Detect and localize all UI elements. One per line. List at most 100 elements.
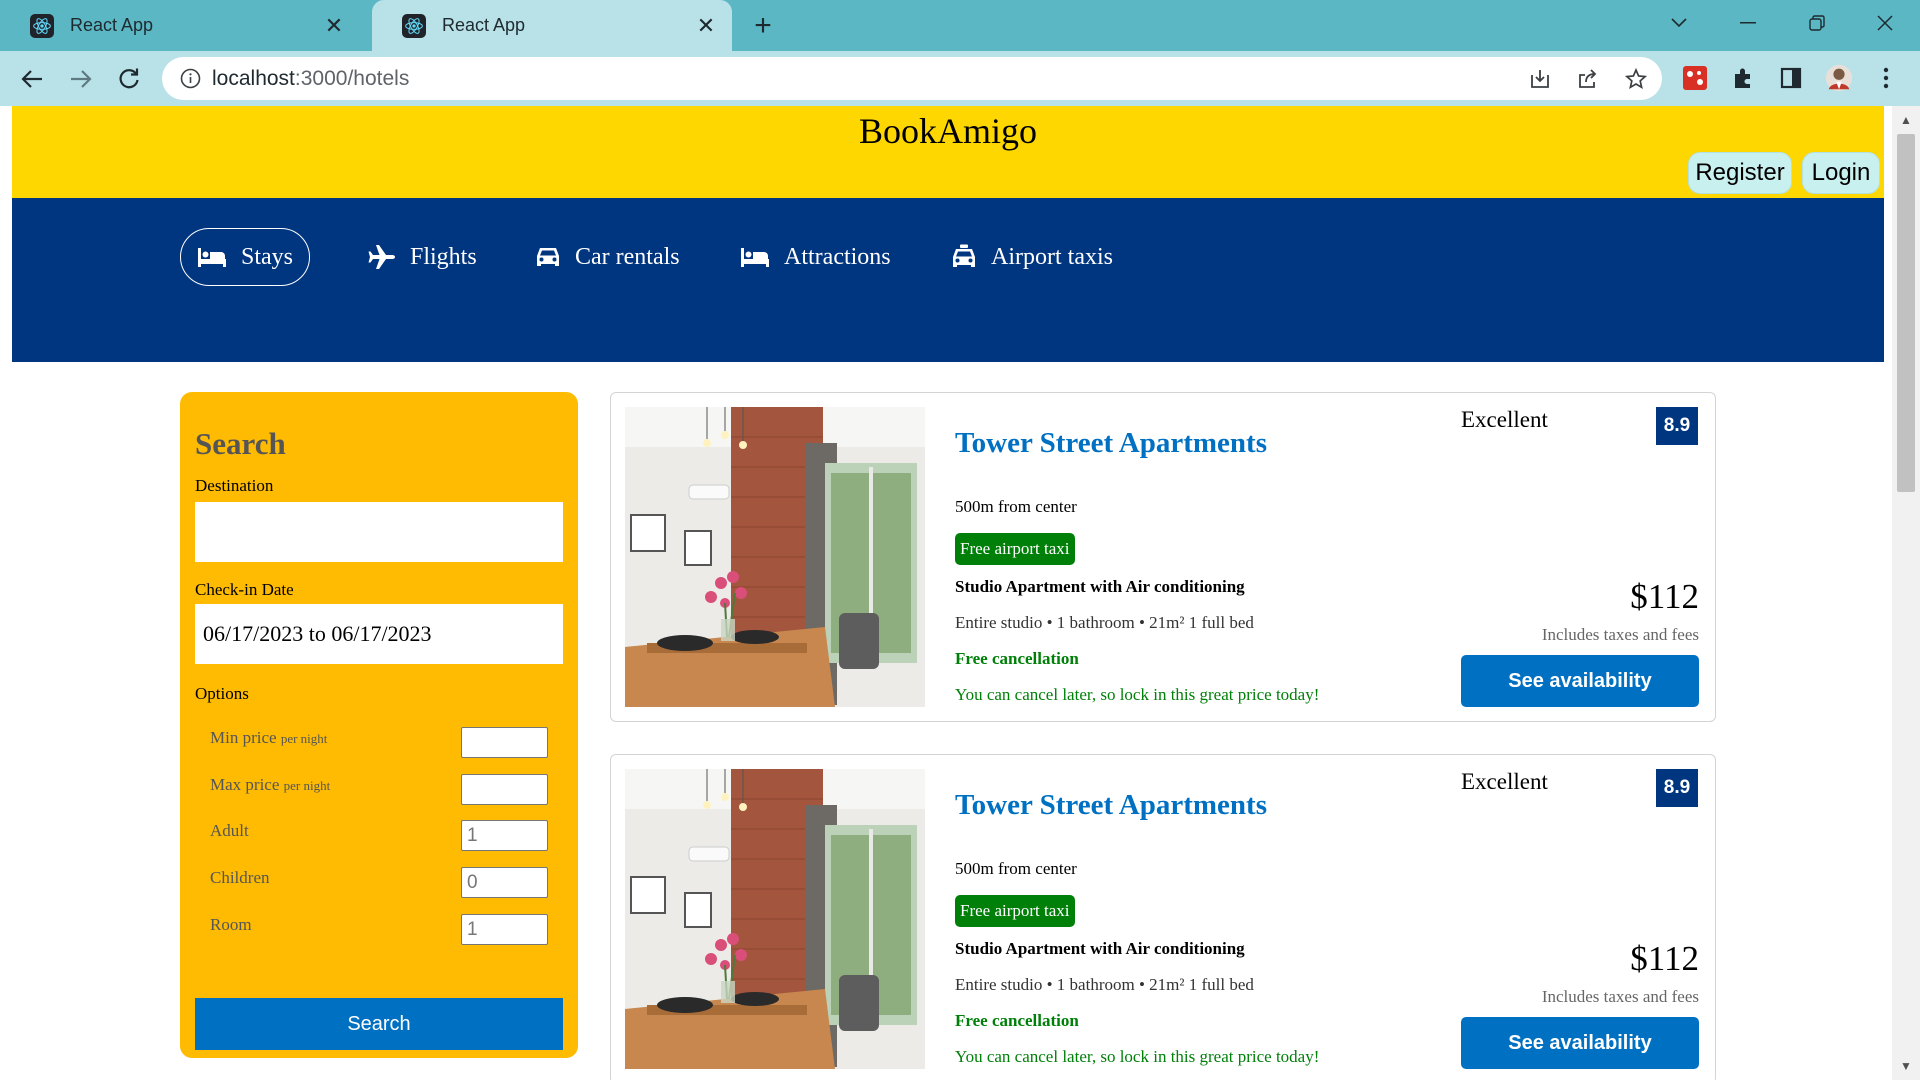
checkin-date-field[interactable]: 06/17/2023 to 06/17/2023 xyxy=(195,604,563,664)
login-button[interactable]: Login xyxy=(1802,152,1880,194)
nav-item-car-rentals[interactable]: Car rentals xyxy=(535,228,680,286)
option-min-price-label: Min price per night xyxy=(210,728,327,748)
hotel-features: Entire studio • 1 bathroom • 21m² 1 full… xyxy=(955,613,1254,632)
main-nav: Stays Flights Car rentals Attractions Ai… xyxy=(12,198,1884,362)
close-icon[interactable]: ✕ xyxy=(322,13,346,38)
tax-note: Includes taxes and fees xyxy=(1541,625,1699,644)
bookmark-star-icon[interactable] xyxy=(1624,67,1648,91)
close-icon[interactable]: ✕ xyxy=(694,13,718,38)
brand-logo[interactable]: BookAmigo xyxy=(12,110,1884,152)
react-icon xyxy=(402,13,426,38)
page-scrollbar[interactable]: ▲ ▼ xyxy=(1892,106,1920,1080)
scrollbar-thumb[interactable] xyxy=(1897,134,1915,492)
browser-tabstrip: React App ✕ React App ✕ + xyxy=(0,0,1920,51)
install-app-icon[interactable] xyxy=(1528,67,1552,91)
window-close-icon[interactable] xyxy=(1860,6,1910,40)
nav-item-label: Stays xyxy=(241,243,294,270)
tax-note: Includes taxes and fees xyxy=(1541,987,1699,1006)
hotel-name-link[interactable]: Tower Street Apartments xyxy=(955,427,1267,460)
option-children-label: Children xyxy=(210,868,270,887)
adult-input[interactable]: 1 xyxy=(461,820,548,851)
cancel-op-subtitle: You can cancel later, so lock in this gr… xyxy=(955,1047,1320,1066)
option-max-price-label: Max price per night xyxy=(210,775,330,795)
children-input[interactable]: 0 xyxy=(461,867,548,898)
see-availability-button[interactable]: See availability xyxy=(1461,655,1699,707)
nav-item-label: Flights xyxy=(410,243,477,270)
taxi-icon xyxy=(951,244,977,270)
bed-icon xyxy=(740,246,770,268)
tab-title: React App xyxy=(70,15,154,35)
destination-label: Destination xyxy=(195,476,274,495)
option-label: Min price xyxy=(210,728,277,747)
nav-item-flights[interactable]: Flights xyxy=(368,228,477,286)
scroll-down-arrow-icon[interactable]: ▼ xyxy=(1892,1056,1920,1076)
extensions-puzzle-icon[interactable] xyxy=(1729,64,1757,92)
profile-avatar[interactable] xyxy=(1825,64,1853,92)
nav-item-label: Car rentals xyxy=(575,243,680,270)
option-adult-label: Adult xyxy=(210,821,249,840)
menu-kebab-icon[interactable] xyxy=(1872,64,1900,92)
side-panel-icon[interactable] xyxy=(1777,64,1805,92)
new-tab-plus-icon[interactable]: + xyxy=(745,8,781,44)
nav-item-label: Airport taxis xyxy=(991,243,1113,270)
hotel-price: $112 xyxy=(1630,939,1699,978)
back-arrow-icon[interactable] xyxy=(12,59,52,99)
destination-input[interactable] xyxy=(195,502,563,562)
tab-search-chevron-icon[interactable] xyxy=(1654,6,1704,40)
rating-badge: 8.9 xyxy=(1656,407,1698,445)
register-button[interactable]: Register xyxy=(1688,152,1792,194)
bed-icon xyxy=(197,246,227,268)
min-price-input[interactable] xyxy=(461,727,548,758)
nav-item-attractions[interactable]: Attractions xyxy=(740,228,891,286)
share-icon[interactable] xyxy=(1576,67,1600,91)
option-room-label: Room xyxy=(210,915,252,934)
extension-red-icon[interactable] xyxy=(1681,64,1709,92)
site-header: BookAmigo Register Login xyxy=(12,106,1884,198)
see-availability-button[interactable]: See availability xyxy=(1461,1017,1699,1069)
taxi-badge: Free airport taxi xyxy=(955,895,1075,927)
hotel-distance: 500m from center xyxy=(955,497,1077,516)
browser-tab-1[interactable]: React App ✕ xyxy=(0,0,360,51)
scroll-up-arrow-icon[interactable]: ▲ xyxy=(1892,110,1920,130)
hotel-price: $112 xyxy=(1630,577,1699,616)
hotel-features: Entire studio • 1 bathroom • 21m² 1 full… xyxy=(955,975,1254,994)
address-bar[interactable]: localhost:3000/hotels xyxy=(162,57,1662,100)
checkin-label: Check-in Date xyxy=(195,580,294,599)
reload-icon[interactable] xyxy=(109,59,149,99)
rating-text: Excellent xyxy=(1461,769,1548,794)
browser-tab-2[interactable]: React App ✕ xyxy=(372,0,732,51)
hotel-photo xyxy=(625,407,925,707)
search-button[interactable]: Search xyxy=(195,998,563,1050)
browser-toolbar: localhost:3000/hotels xyxy=(0,51,1920,106)
hotel-distance: 500m from center xyxy=(955,859,1077,878)
tab-title: React App xyxy=(442,15,526,35)
options-label: Options xyxy=(195,684,249,703)
cancel-op-subtitle: You can cancel later, so lock in this gr… xyxy=(955,685,1320,704)
option-suffix: per night xyxy=(280,731,328,746)
max-price-input[interactable] xyxy=(461,774,548,805)
site-info-icon[interactable] xyxy=(180,68,201,94)
cancel-op: Free cancellation xyxy=(955,1011,1079,1030)
plane-icon xyxy=(368,244,396,270)
cancel-op: Free cancellation xyxy=(955,649,1079,668)
hotel-name-link[interactable]: Tower Street Apartments xyxy=(955,789,1267,822)
minimize-icon[interactable] xyxy=(1723,6,1773,40)
nav-item-label: Attractions xyxy=(784,243,891,270)
search-panel: Search Destination Check-in Date 06/17/2… xyxy=(180,392,578,1058)
hotel-card: Tower Street Apartments 500m from center… xyxy=(610,754,1716,1080)
rating-badge: 8.9 xyxy=(1656,769,1698,807)
hotel-subtitle: Studio Apartment with Air conditioning xyxy=(955,577,1245,596)
nav-item-stays[interactable]: Stays xyxy=(180,228,311,286)
restore-icon[interactable] xyxy=(1792,6,1842,40)
search-title: Search xyxy=(195,426,286,461)
hotel-card: Tower Street Apartments 500m from center… xyxy=(610,392,1716,722)
rating-text: Excellent xyxy=(1461,407,1548,432)
room-input[interactable]: 1 xyxy=(461,914,548,945)
screen: React App ✕ React App ✕ + localhost:3000… xyxy=(0,0,1920,1080)
nav-item-airport-taxis[interactable]: Airport taxis xyxy=(951,228,1113,286)
url-path: :3000/hotels xyxy=(294,67,410,90)
url-text: localhost:3000/hotels xyxy=(212,57,409,100)
forward-arrow-icon[interactable] xyxy=(61,59,101,99)
car-icon xyxy=(535,245,561,269)
hotel-photo xyxy=(625,769,925,1069)
